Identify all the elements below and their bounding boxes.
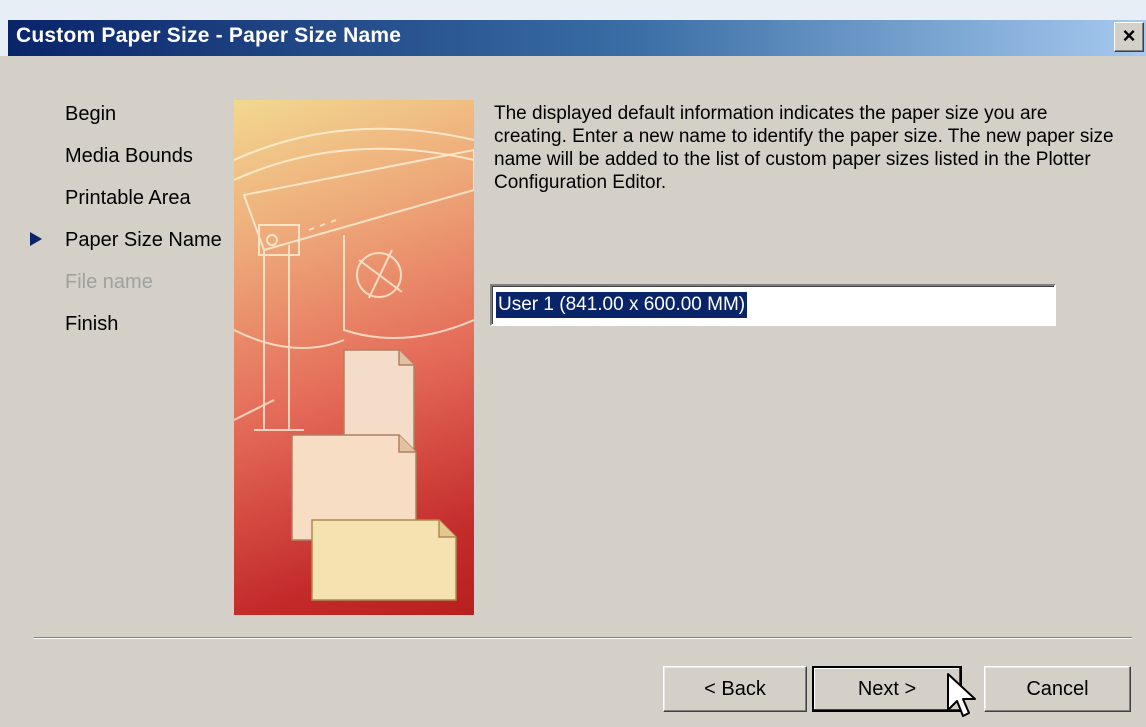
step-label: Printable Area xyxy=(65,187,191,209)
step-label: Paper Size Name xyxy=(65,229,222,251)
divider xyxy=(34,637,1132,639)
step-finish: Finish xyxy=(30,310,240,352)
paper-size-name-value: User 1 (841.00 x 600.00 MM) xyxy=(496,292,748,318)
step-begin: Begin xyxy=(30,100,240,142)
step-label: Finish xyxy=(65,313,119,335)
cancel-button[interactable]: Cancel xyxy=(984,666,1131,712)
step-file-name: File name xyxy=(30,268,240,310)
window-title: Custom Paper Size - Paper Size Name xyxy=(16,24,402,47)
plotter-graphic-icon xyxy=(234,127,474,601)
step-printable-area: Printable Area xyxy=(30,184,240,226)
close-button[interactable]: × xyxy=(1114,22,1144,52)
title-bar: Custom Paper Size - Paper Size Name × xyxy=(0,0,1146,56)
step-media-bounds: Media Bounds xyxy=(30,142,240,184)
step-paper-size-name: Paper Size Name xyxy=(30,226,240,268)
step-label: Begin xyxy=(65,103,117,125)
back-button[interactable]: < Back xyxy=(663,666,807,712)
wizard-steps: Begin Media Bounds Printable Area Paper … xyxy=(30,100,240,352)
next-button[interactable]: Next > xyxy=(812,666,962,712)
custom-paper-size-dialog: Custom Paper Size - Paper Size Name × Be… xyxy=(0,0,1146,727)
step-label: Media Bounds xyxy=(65,145,193,167)
mouse-pointer-icon xyxy=(947,673,976,717)
description-text: The displayed default information indica… xyxy=(494,103,1114,193)
step-label: File name xyxy=(65,271,153,293)
plotter-illustration xyxy=(234,100,474,615)
current-step-arrow-icon xyxy=(30,232,42,246)
paper-size-name-input[interactable]: User 1 (841.00 x 600.00 MM) xyxy=(490,284,1056,326)
